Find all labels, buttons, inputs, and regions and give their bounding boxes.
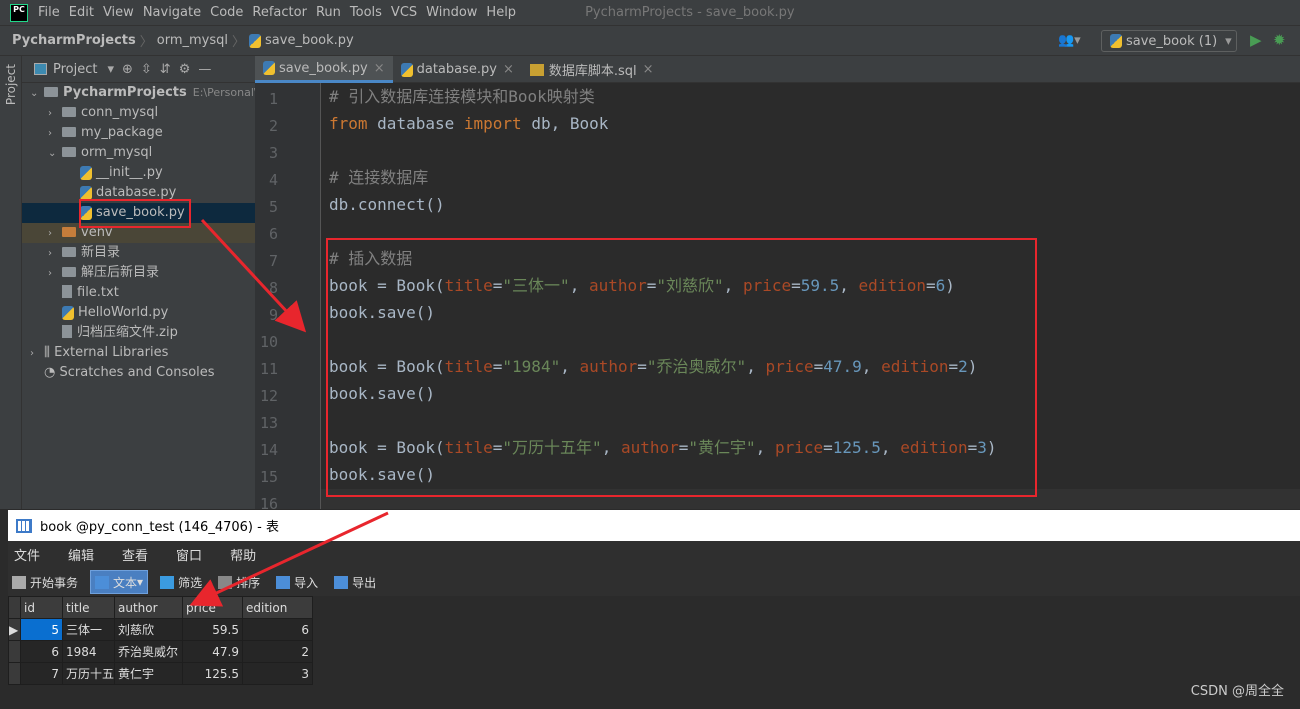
arrow-file-to-code [200, 218, 307, 333]
watermark: CSDN @周全全 [1190, 684, 1284, 699]
annotation-arrows [189, 218, 389, 607]
arrow-code-to-table [189, 511, 389, 607]
